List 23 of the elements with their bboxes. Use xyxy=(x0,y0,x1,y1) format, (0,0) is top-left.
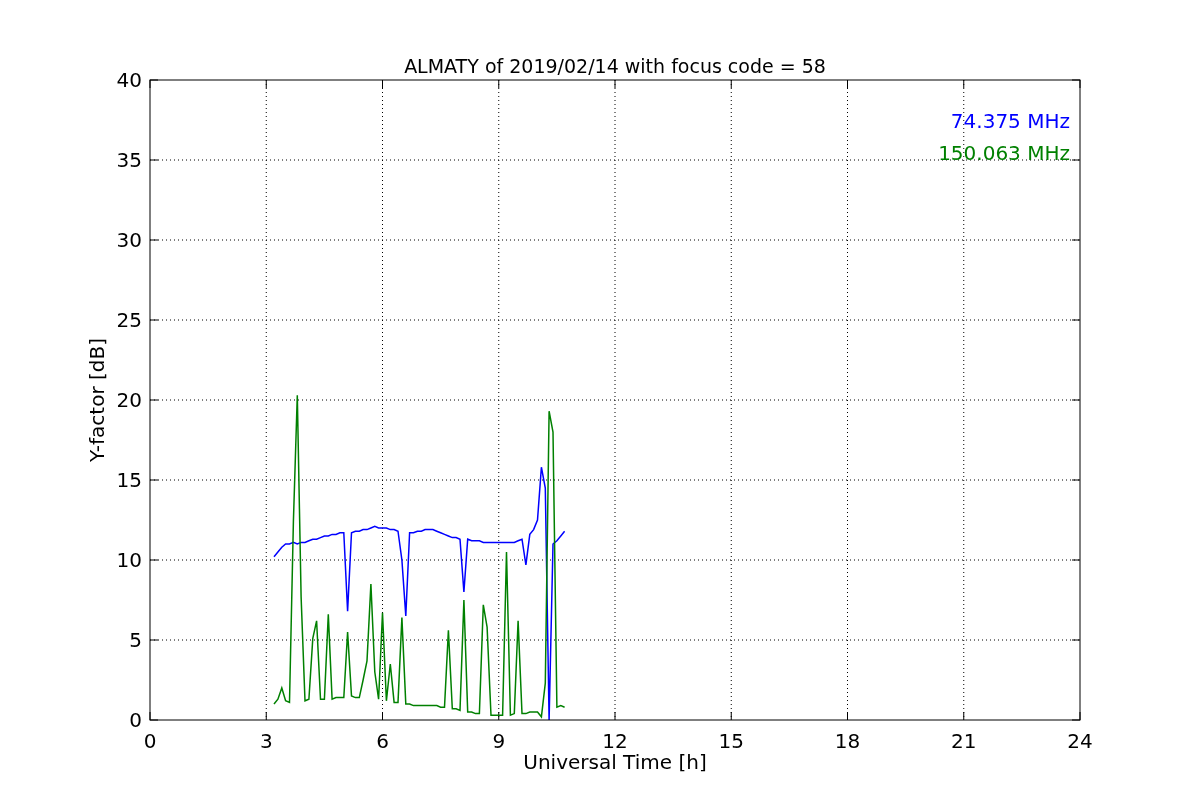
legend-label: 74.375 MHz xyxy=(950,109,1070,133)
x-axis-label: Universal Time [h] xyxy=(523,750,707,774)
y-tick-label: 40 xyxy=(116,68,142,92)
x-tick-label: 18 xyxy=(834,729,861,753)
y-tick-label: 25 xyxy=(116,308,142,332)
x-tick-label: 9 xyxy=(492,729,506,753)
x-tick-label: 0 xyxy=(143,729,157,753)
y-tick-label: 10 xyxy=(116,548,142,572)
y-tick-label: 15 xyxy=(116,468,142,492)
chart-title: ALMATY of 2019/02/14 with focus code = 58 xyxy=(404,55,826,77)
y-axis-label: Y-factor [dB] xyxy=(85,338,109,462)
y-tick-label: 20 xyxy=(116,388,142,412)
x-tick-label: 12 xyxy=(602,729,628,753)
y-tick-label: 30 xyxy=(116,228,142,252)
x-tick-label: 3 xyxy=(259,729,273,753)
x-tick-label: 21 xyxy=(951,729,977,753)
y-tick-label: 0 xyxy=(129,708,142,732)
x-tick-label: 6 xyxy=(376,729,389,753)
y-tick-label: 5 xyxy=(129,628,142,652)
x-tick-label: 24 xyxy=(1067,729,1093,753)
x-tick-label: 15 xyxy=(718,729,744,753)
y-tick-label: 35 xyxy=(116,148,142,172)
legend-label: 150.063 MHz xyxy=(938,141,1070,165)
